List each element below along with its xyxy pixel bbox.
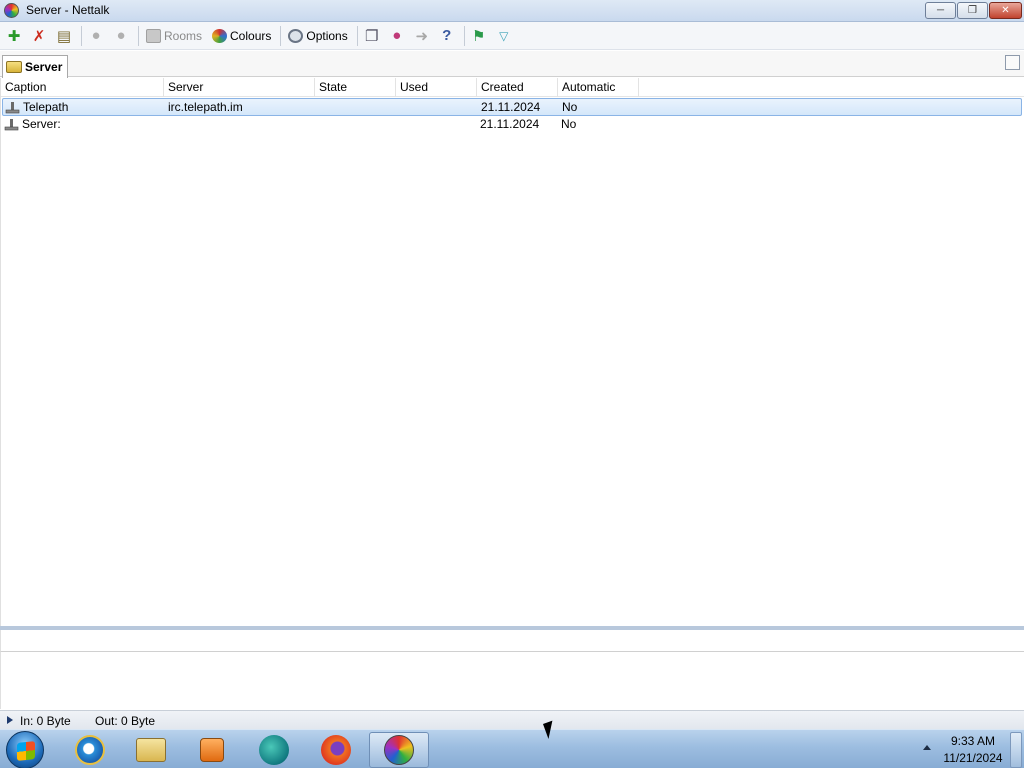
row-server: irc.telepath.im <box>168 100 243 114</box>
row-automatic: No <box>562 100 578 114</box>
column-header-used[interactable]: Used <box>396 78 477 97</box>
clock-time[interactable]: 9:33 AM <box>940 734 1006 748</box>
nettalk-icon <box>384 735 414 765</box>
command-input[interactable] <box>0 630 1024 652</box>
minimize-icon: ─ <box>936 5 945 16</box>
toolbar-separator <box>138 25 139 46</box>
tab-scroll-button[interactable] <box>1005 55 1020 70</box>
output-pane[interactable] <box>0 652 1024 709</box>
export-icon[interactable]: ➜ <box>411 25 433 47</box>
row-automatic: No <box>561 117 577 131</box>
status-out: Out: 0 Byte <box>95 714 156 728</box>
users-icon[interactable]: ● <box>386 25 408 47</box>
column-header-state[interactable]: State <box>315 78 396 97</box>
column-header-automatic[interactable]: Automatic <box>558 78 639 97</box>
window-icon[interactable]: ❐ <box>361 25 383 47</box>
properties-icon[interactable]: ▤ <box>53 25 75 47</box>
taskbar-explorer[interactable] <box>123 732 179 768</box>
toolbar-separator <box>463 25 465 46</box>
row-caption: Telepath <box>23 100 69 114</box>
dropdown-icon[interactable]: ▽ <box>493 25 515 47</box>
column-header-server[interactable]: Server <box>164 78 315 97</box>
toolbar: ✚ ✗ ▤ ● ● Rooms Colours Options ❐ ● ➜ ? … <box>0 22 1024 50</box>
status-in: In: 0 Byte <box>20 714 71 728</box>
taskbar-ie[interactable] <box>62 732 118 768</box>
firefox-icon <box>321 735 351 765</box>
server-icon <box>5 102 20 114</box>
title-bar[interactable]: Server - Nettalk ─ ❐ ✕ <box>0 0 1024 22</box>
folder-icon <box>6 61 22 73</box>
tab-server[interactable]: Server <box>2 55 68 78</box>
options-label: Options <box>306 28 348 43</box>
add-icon[interactable]: ✚ <box>3 25 25 47</box>
expand-arrow-icon[interactable] <box>7 716 13 724</box>
row-created: 21.11.2024 <box>481 100 541 114</box>
toolbar-separator <box>81 25 82 46</box>
help-icon[interactable]: ? <box>436 25 458 47</box>
close-icon: ✕ <box>1001 5 1010 16</box>
rooms-label: Rooms <box>164 28 203 43</box>
list-header: Caption Server State Used Created Automa… <box>1 78 1024 97</box>
colours-button[interactable]: Colours <box>208 25 275 47</box>
clock-date[interactable]: 11/21/2024 <box>940 751 1006 765</box>
tray-expand-icon[interactable] <box>923 745 931 750</box>
show-desktop-button[interactable] <box>1010 732 1022 768</box>
taskbar-chat[interactable] <box>246 732 302 768</box>
close-button[interactable]: ✕ <box>989 2 1022 19</box>
chat-app-icon <box>259 735 289 765</box>
connect-icon[interactable]: ⚑ <box>468 25 490 47</box>
taskbar: 9:33 AM 11/21/2024 <box>0 729 1024 768</box>
taskbar-nettalk[interactable] <box>369 732 429 768</box>
restore-icon: ❐ <box>968 5 977 16</box>
start-orb-icon[interactable] <box>6 731 44 768</box>
internet-explorer-icon <box>75 735 105 765</box>
status-bar: In: 0 Byte Out: 0 Byte <box>0 710 1024 729</box>
tab-strip: Server <box>0 51 1024 78</box>
user-icon[interactable]: ● <box>110 25 132 47</box>
rooms-button[interactable]: Rooms <box>142 25 206 47</box>
options-button[interactable]: Options <box>284 25 351 47</box>
server-list[interactable]: Caption Server State Used Created Automa… <box>0 78 1024 626</box>
options-icon <box>288 28 304 43</box>
table-row[interactable]: Server: 21.11.2024 No <box>2 116 1022 134</box>
rooms-icon <box>146 28 161 43</box>
window-title: Server - Nettalk <box>26 3 110 17</box>
toolbar-separator <box>280 25 282 46</box>
column-header-created[interactable]: Created <box>477 78 558 97</box>
media-player-icon <box>200 738 224 762</box>
maximize-button[interactable]: ❐ <box>957 2 988 19</box>
file-explorer-icon <box>136 738 166 762</box>
row-caption: Server: <box>22 117 61 131</box>
taskbar-media[interactable] <box>184 732 240 768</box>
taskbar-firefox[interactable] <box>308 732 364 768</box>
delete-icon[interactable]: ✗ <box>28 25 50 47</box>
colours-label: Colours <box>230 28 272 43</box>
column-header-caption[interactable]: Caption <box>1 78 164 97</box>
minimize-button[interactable]: ─ <box>925 2 956 19</box>
nettalk-globe-icon[interactable] <box>4 3 19 18</box>
row-created: 21.11.2024 <box>480 117 540 131</box>
toolbar-separator <box>356 25 358 46</box>
windows-logo-icon <box>17 741 35 761</box>
colours-icon <box>212 28 228 43</box>
server-icon <box>4 119 19 131</box>
table-row[interactable]: Telepath irc.telepath.im 21.11.2024 No <box>2 98 1022 116</box>
user-icon[interactable]: ● <box>85 25 107 47</box>
tab-server-label: Server <box>25 60 63 74</box>
